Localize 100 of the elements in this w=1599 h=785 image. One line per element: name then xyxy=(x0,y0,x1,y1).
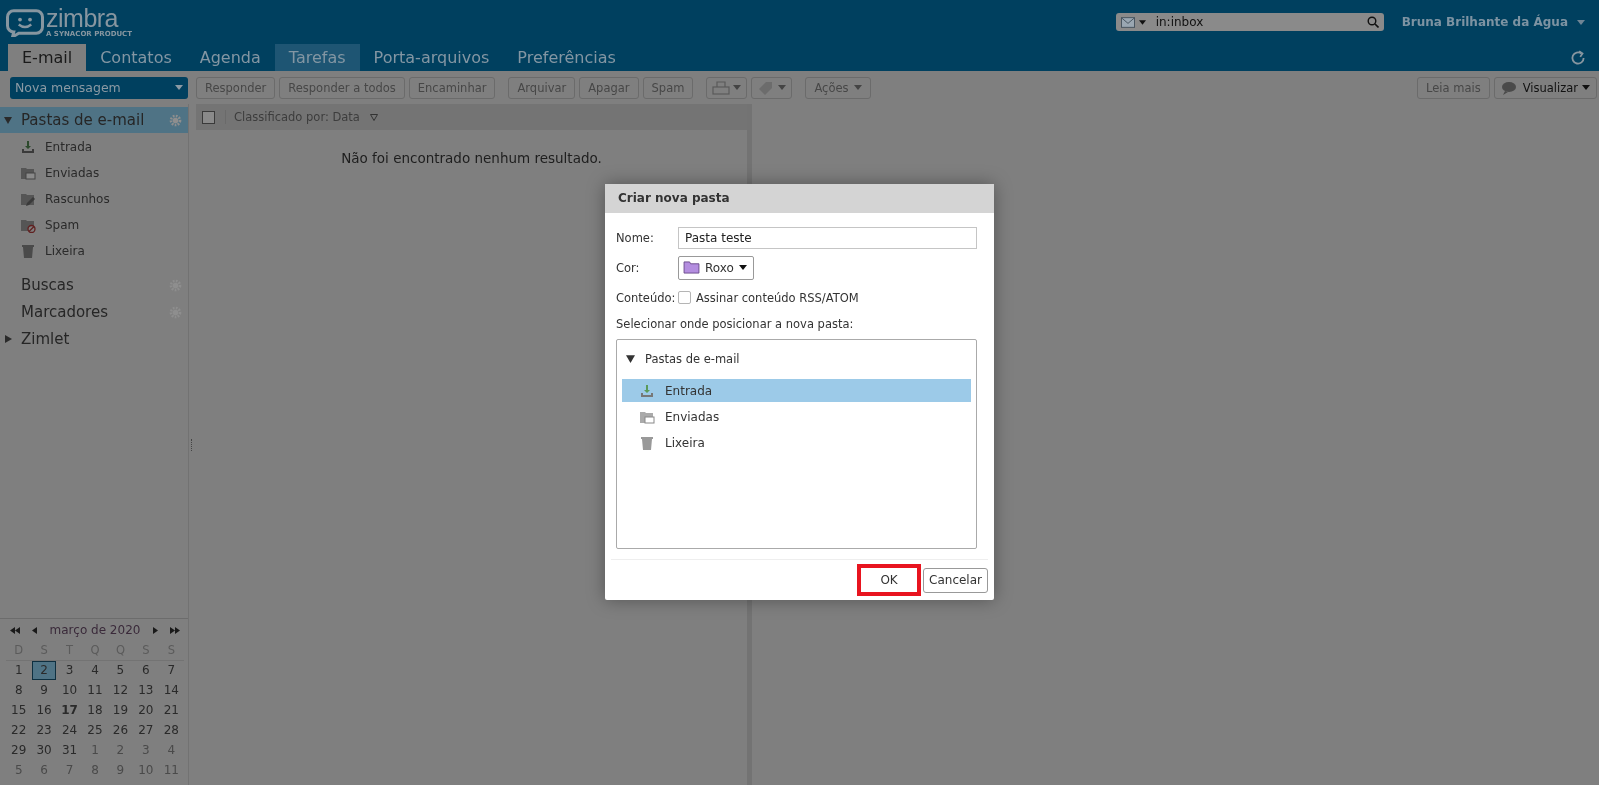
caret-icon xyxy=(778,85,787,90)
color-dropdown[interactable]: Roxo xyxy=(678,255,754,280)
sidebar-section-title: Buscas xyxy=(21,276,75,294)
field-label: Nome: xyxy=(616,230,655,245)
calendar-day[interactable]: 30 xyxy=(32,741,56,760)
sidebar-section-title: Marcadores xyxy=(21,303,109,321)
inbox-icon xyxy=(20,139,36,155)
calendar-day[interactable]: 6 xyxy=(134,661,158,680)
calendar-day[interactable]: 3 xyxy=(57,661,82,680)
new-message-button[interactable]: Nova mensagem xyxy=(10,76,188,99)
trash-icon xyxy=(639,434,655,451)
printer-icon xyxy=(712,80,731,95)
calendar-day[interactable]: 31 xyxy=(57,741,82,760)
expanded-arrow-icon[interactable] xyxy=(626,354,635,363)
calendar-day[interactable]: 18 xyxy=(83,701,107,720)
calendar-day[interactable]: 17 xyxy=(57,701,82,720)
calendar-day[interactable]: 12 xyxy=(108,681,133,700)
toolbar-button[interactable]: Leia mais xyxy=(1417,76,1490,99)
tree-item[interactable]: Entrada xyxy=(622,379,971,402)
app-tab[interactable]: Tarefas xyxy=(274,44,360,71)
trash-icon xyxy=(20,243,36,259)
empty-message: Não foi encontrado nenhum resultado. xyxy=(340,150,603,166)
calendar-day[interactable]: 23 xyxy=(32,721,56,740)
calendar-day[interactable]: 9 xyxy=(32,681,56,700)
field-label: Conteúdo: xyxy=(616,290,677,305)
app-tab[interactable]: Preferências xyxy=(503,44,630,71)
calendar-day[interactable]: 4 xyxy=(83,661,107,680)
folder-pencil-icon xyxy=(20,191,36,207)
calendar-day[interactable]: 21 xyxy=(159,701,183,720)
calendar-day[interactable]: 13 xyxy=(134,681,158,700)
tree-root-label[interactable]: Pastas de e-mail xyxy=(645,351,740,366)
sidebar-header[interactable]: Buscas xyxy=(0,272,188,298)
caret-icon xyxy=(854,85,863,90)
caret-icon xyxy=(1582,85,1590,90)
toolbar-button[interactable]: Responder xyxy=(196,76,276,99)
calendar-day[interactable]: 29 xyxy=(7,741,31,760)
dialog-button[interactable]: Cancelar xyxy=(923,567,988,593)
caret-icon xyxy=(1577,19,1585,25)
sort-icon[interactable] xyxy=(369,113,378,121)
name-field[interactable]: Pasta teste xyxy=(678,226,977,249)
calendar-day[interactable]: 10 xyxy=(57,681,82,700)
folder-blocked-icon xyxy=(20,217,36,233)
toolbar-button[interactable]: Apagar xyxy=(579,76,639,99)
speech-bubble-icon xyxy=(1500,80,1519,95)
calendar-day[interactable]: 19 xyxy=(108,701,133,720)
folder-envelope-icon xyxy=(20,165,36,181)
folder-item[interactable]: Lixeira xyxy=(0,238,188,264)
calendar-day[interactable]: 8 xyxy=(7,681,31,700)
toolbar-button[interactable]: Spam xyxy=(642,76,694,99)
search-field[interactable]: in:inbox xyxy=(1149,15,1363,29)
calendar-day[interactable]: 7 xyxy=(159,661,183,680)
caret-icon xyxy=(175,85,183,90)
calendar-day[interactable]: 25 xyxy=(83,721,107,740)
calendar-day[interactable]: 15 xyxy=(7,701,31,720)
calendar-day[interactable]: 1 xyxy=(7,661,31,680)
folder-item[interactable]: Entrada xyxy=(0,134,188,160)
sidebar-section-title: Zimlet xyxy=(21,330,71,348)
calendar-day[interactable]: 14 xyxy=(159,681,183,700)
logo-wordmark: zimbra xyxy=(46,6,119,31)
view-menu-button[interactable]: Visualizar xyxy=(1493,76,1597,99)
collapsed-arrow-icon[interactable] xyxy=(4,335,12,343)
calendar-day[interactable]: 11 xyxy=(83,681,107,700)
calendar-day[interactable]: 26 xyxy=(108,721,133,740)
folder-item[interactable]: Spam xyxy=(0,212,188,238)
user-menu[interactable]: Bruna Brilhante da Água xyxy=(1401,15,1593,29)
rss-checkbox[interactable] xyxy=(678,291,691,304)
calendar-day[interactable]: 22 xyxy=(7,721,31,740)
sidebar-header[interactable]: Zimlet xyxy=(0,326,188,352)
app-tab[interactable]: Agenda xyxy=(185,44,275,71)
toolbar-button[interactable]: Encaminhar xyxy=(408,76,496,99)
folder-item[interactable]: Rascunhos xyxy=(0,186,188,212)
calendar-day[interactable]: 16 xyxy=(32,701,56,720)
select-all-checkbox[interactable] xyxy=(202,110,215,124)
caret-icon[interactable] xyxy=(1138,19,1146,25)
sidebar-section-title: Pastas de e-mail xyxy=(21,111,146,129)
field-label: Cor: xyxy=(616,260,641,275)
toolbar-button[interactable]: Arquivar xyxy=(508,76,576,99)
folder-item[interactable]: Enviadas xyxy=(0,160,188,186)
calendar-day[interactable]: 27 xyxy=(134,721,158,740)
app-tab[interactable]: Porta-arquivos xyxy=(359,44,504,71)
refresh-icon[interactable] xyxy=(1569,48,1587,67)
search-icon[interactable] xyxy=(1366,16,1379,28)
calendar-day[interactable]: 28 xyxy=(159,721,183,740)
calendar-day[interactable]: 20 xyxy=(134,701,158,720)
app-tab[interactable]: Contatos xyxy=(86,44,186,71)
dialog-title: Criar nova pasta xyxy=(605,184,994,213)
inbox-icon xyxy=(639,382,655,399)
app-tab[interactable]: E-mail xyxy=(8,44,87,71)
tree-item[interactable]: Enviadas xyxy=(622,405,971,428)
tree-item[interactable]: Lixeira xyxy=(622,431,971,454)
search-box[interactable]: in:inbox xyxy=(1115,13,1384,31)
calendar-day[interactable]: 2 xyxy=(32,661,56,680)
checkbox-label[interactable]: Assinar conteúdo RSS/ATOM xyxy=(696,290,859,305)
caret-icon xyxy=(733,85,742,90)
sidebar-header[interactable]: Marcadores xyxy=(0,299,188,325)
toolbar-button[interactable]: Responder a todos xyxy=(279,76,405,99)
calendar-day[interactable]: 24 xyxy=(57,721,82,740)
calendar-day[interactable]: 5 xyxy=(108,661,133,680)
actions-menu-button[interactable]: Ações xyxy=(805,76,872,99)
dialog-button[interactable]: OK xyxy=(857,564,922,596)
